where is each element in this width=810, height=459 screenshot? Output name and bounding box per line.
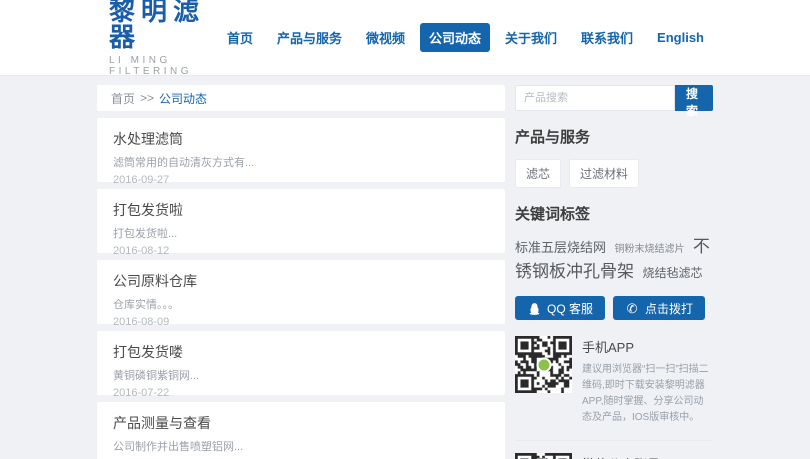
news-card[interactable]: 公司原料仓库 仓库实情。。。 2016-08-09 <box>97 260 505 324</box>
news-excerpt: 滤筒常用的自动清灰方式有... <box>113 154 489 170</box>
keyword-tag[interactable]: 标准五层烧结网 <box>515 240 606 255</box>
keywords-heading: 关键词标签 <box>515 203 713 224</box>
logo-title: 黎明滤器 <box>109 0 218 50</box>
news-card[interactable]: 打包发货啦 打包发货啦... 2016-08-12 <box>97 189 505 253</box>
nav-item-products[interactable]: 产品与服务 <box>268 23 351 52</box>
news-excerpt: 公司制作并出售喷塑铝网... <box>113 438 489 454</box>
news-title[interactable]: 打包发货喽 <box>113 342 489 362</box>
products-heading: 产品与服务 <box>515 126 713 147</box>
news-date: 2016-09-27 <box>113 174 489 186</box>
qr-code-app <box>515 336 572 393</box>
nav-item-microvideo[interactable]: 微视频 <box>357 23 414 52</box>
news-excerpt: 仓库实情。。。 <box>113 296 489 312</box>
main-content: 首页 >> 公司动态 水处理滤筒 滤筒常用的自动清灰方式有... 2016-09… <box>97 76 713 459</box>
keyword-tag[interactable]: 铜粉末烧结滤片 <box>614 244 684 255</box>
nav-item-english[interactable]: English <box>648 25 713 50</box>
qr-code-wechat <box>515 453 572 459</box>
keyword-cloud: 标准五层烧结网 铜粉末烧结滤片 不锈钢板冲孔骨架 烧结毡滤芯 <box>515 235 713 284</box>
news-excerpt: 黄铜磷铜紫铜网... <box>113 367 489 383</box>
news-date: 2016-08-09 <box>113 316 489 328</box>
main-nav: 首页 产品与服务 微视频 公司动态 关于我们 联系我们 English <box>218 23 713 52</box>
nav-item-about[interactable]: 关于我们 <box>496 23 566 52</box>
qr-section-wechat: 微信公众账号 扫描二维码，可直接咨询销售总监。 <box>515 440 713 459</box>
logo-subtitle: LI MING FILTERING <box>109 55 218 77</box>
header: 黎明滤器 LI MING FILTERING 首页 产品与服务 微视频 公司动态… <box>0 0 810 76</box>
click-to-call-label: 点击拨打 <box>645 300 693 317</box>
android-icon <box>536 357 551 372</box>
breadcrumb-separator: >> <box>140 91 154 105</box>
nav-item-home[interactable]: 首页 <box>218 23 262 52</box>
news-column: 首页 >> 公司动态 水处理滤筒 滤筒常用的自动清灰方式有... 2016-09… <box>97 85 505 459</box>
breadcrumb: 首页 >> 公司动态 <box>97 85 505 111</box>
sidebar: 搜 索 产品与服务 滤芯 过滤材料 关键词标签 标准五层烧结网 铜粉末烧结滤片 … <box>515 85 713 459</box>
news-title[interactable]: 公司原料仓库 <box>113 271 489 291</box>
breadcrumb-current: 公司动态 <box>159 90 207 107</box>
search-button[interactable]: 搜 索 <box>675 85 713 111</box>
news-card[interactable]: 水处理滤筒 滤筒常用的自动清灰方式有... 2016-09-27 <box>97 118 505 182</box>
product-tag[interactable]: 过滤材料 <box>569 159 639 188</box>
breadcrumb-home[interactable]: 首页 <box>111 90 135 107</box>
nav-item-company-news[interactable]: 公司动态 <box>420 23 490 52</box>
nav-item-contact[interactable]: 联系我们 <box>572 23 642 52</box>
news-card[interactable]: 产品测量与查看 公司制作并出售喷塑铝网... 2016-07-22 <box>97 402 505 459</box>
news-date: 2016-07-22 <box>113 387 489 399</box>
search-input[interactable] <box>515 85 675 111</box>
keyword-tag[interactable]: 烧结毡滤芯 <box>642 266 702 280</box>
product-search: 搜 索 <box>515 85 713 111</box>
qr-description: 建议用浏览器“扫一扫”扫描二维码,即时下载安装黎明滤器APP,随时掌握、分享公司… <box>582 362 713 426</box>
product-tag[interactable]: 滤芯 <box>515 159 561 188</box>
news-card[interactable]: 打包发货喽 黄铜磷铜紫铜网... 2016-07-22 <box>97 331 505 395</box>
qr-section-app: 手机APP 建议用浏览器“扫一扫”扫描二维码,即时下载安装黎明滤器APP,随时掌… <box>515 336 713 426</box>
qr-title: 手机APP <box>582 337 713 356</box>
qr-title: 微信公众账号 <box>582 454 713 459</box>
product-tags: 滤芯 过滤材料 <box>515 159 713 188</box>
qq-penguin-icon <box>527 301 541 315</box>
news-title[interactable]: 水处理滤筒 <box>113 129 489 149</box>
qq-service-button[interactable]: QQ 客服 <box>515 296 605 320</box>
qq-service-label: QQ 客服 <box>547 300 593 317</box>
click-to-call-button[interactable]: ✆ 点击拨打 <box>613 296 705 320</box>
news-title[interactable]: 打包发货啦 <box>113 200 489 220</box>
news-title[interactable]: 产品测量与查看 <box>113 413 489 433</box>
news-excerpt: 打包发货啦... <box>113 225 489 241</box>
phone-icon: ✆ <box>625 301 639 315</box>
logo[interactable]: 黎明滤器 LI MING FILTERING <box>97 0 218 77</box>
news-date: 2016-08-12 <box>113 245 489 257</box>
contact-buttons: QQ 客服 ✆ 点击拨打 <box>515 296 713 320</box>
